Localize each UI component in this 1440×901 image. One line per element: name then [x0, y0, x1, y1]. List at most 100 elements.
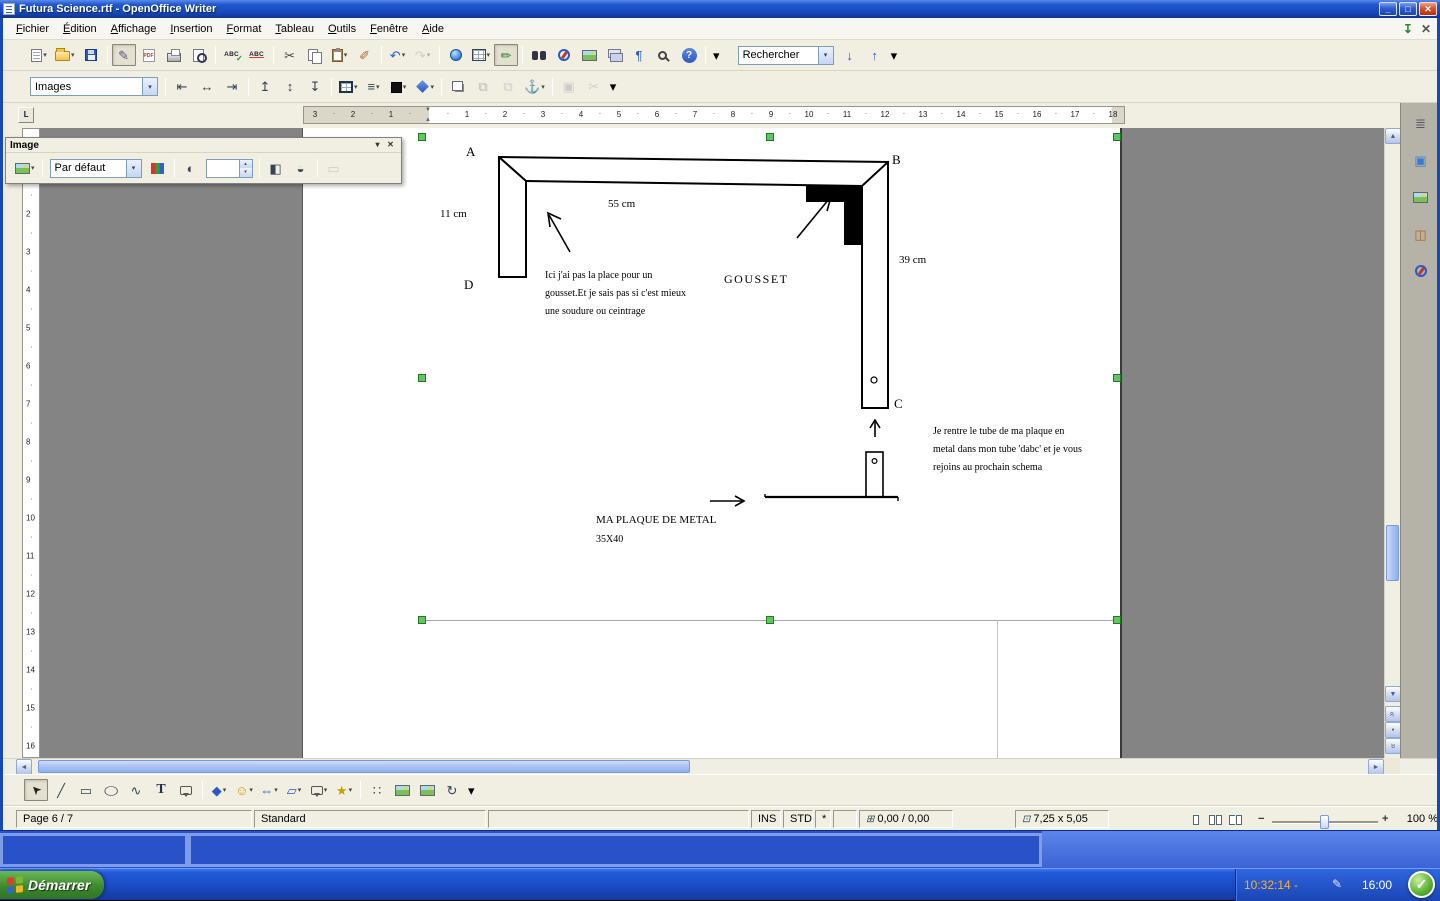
new-document-dropdown[interactable]: ▾ [43, 51, 47, 59]
select[interactable]: ➤ [24, 779, 48, 801]
open-dropdown[interactable]: ▾ [71, 51, 75, 59]
tray-status-orb-icon[interactable]: ✓ [1408, 871, 1435, 898]
flowchart[interactable]: ▱ ▾ [282, 779, 306, 801]
background-window-frame[interactable] [0, 833, 188, 867]
vertical-scroll-thumb[interactable] [1386, 525, 1399, 581]
vertical-ruler[interactable]: 12345678910111213141516················ [22, 128, 40, 758]
callouts[interactable]: ▾ [307, 779, 331, 801]
previous-page-icon[interactable]: « [1385, 706, 1401, 722]
menu-insertion[interactable]: Insertion [163, 20, 219, 38]
scroll-right-icon[interactable]: ► [1368, 759, 1384, 775]
sidebar-settings[interactable]: ≣ [1408, 111, 1434, 135]
rectangle[interactable]: ▭ [74, 779, 98, 801]
next-page-icon[interactable]: « [1385, 738, 1401, 754]
page-indicator[interactable]: Page 6 / 7 [16, 810, 252, 828]
sidebar-styles[interactable]: ◫ [1408, 222, 1434, 246]
page-preview[interactable] [187, 44, 211, 66]
search-options[interactable]: ▾ [888, 44, 901, 66]
scroll-left-icon[interactable]: ◄ [16, 759, 32, 775]
menu-affichage[interactable]: Affichage [104, 20, 164, 38]
graphics-mode-combo[interactable]: Par défaut ▾ [49, 158, 142, 178]
flip-horizontal[interactable]: ◧ [264, 157, 288, 179]
view-multiple-pages-button[interactable] [1206, 812, 1225, 827]
image-toolbar-palette[interactable]: Image ▾ ✕ ▾ Par défaut ▾ ◐ ▴ ▾ ◧ ◒ ▭ [5, 137, 402, 184]
table-dropdown[interactable]: ▾ [487, 51, 491, 59]
undo-dropdown[interactable]: ▾ [402, 51, 406, 59]
show-draw-functions[interactable]: ✏ [494, 44, 519, 66]
zoom-slider[interactable] [1272, 815, 1378, 829]
transparency[interactable]: ◐ [179, 157, 203, 179]
draw-bar-options[interactable]: ▾ [465, 779, 478, 801]
flowchart-dropdown[interactable]: ▾ [298, 786, 302, 794]
menu-format[interactable]: Format [220, 20, 269, 38]
background-color-dropdown[interactable]: ▾ [431, 83, 435, 91]
sidebar-navigator[interactable] [1408, 259, 1434, 283]
close-document-icon[interactable]: ✕ [1421, 22, 1431, 36]
symbol-shapes-dropdown[interactable]: ▾ [249, 786, 253, 794]
table[interactable]: ▾ [469, 44, 494, 66]
zoom[interactable] [652, 44, 676, 66]
palette-titlebar[interactable]: Image ▾ ✕ [6, 138, 401, 153]
align-bottom[interactable]: ↧ [303, 76, 327, 98]
language-field[interactable] [488, 810, 749, 828]
nonprinting-characters[interactable]: ¶ [627, 44, 651, 66]
copy[interactable] [303, 44, 327, 66]
horizontal-ruler[interactable]: ▼ ▲ 3 2 1 1 2 3 4 5 6 7 8 9 10 11 12 13 14 15 16 17 18 · · · · · ·… [303, 106, 1125, 124]
search-up[interactable]: ↑ [863, 44, 887, 66]
search-combo[interactable]: Rechercher ▾ [737, 45, 834, 65]
sidebar-properties[interactable]: ▣ [1408, 148, 1434, 172]
line-color[interactable]: ▾ [387, 76, 411, 98]
update-icon[interactable]: ↧ [1403, 22, 1413, 36]
tablet-pen-icon[interactable]: ✎ [1332, 877, 1342, 891]
search-down[interactable]: ↓ [838, 44, 862, 66]
borders[interactable]: ▾ [336, 76, 361, 98]
flip-vertical[interactable]: ◒ [289, 157, 313, 179]
paste[interactable]: ▾ [328, 44, 352, 66]
search-combo-arrow[interactable]: ▾ [817, 46, 833, 64]
center-horizontal[interactable]: ↔ [195, 76, 219, 98]
insert-mode-field[interactable]: INS [751, 810, 781, 828]
ellipse[interactable]: ◯ [99, 779, 123, 801]
undo[interactable]: ↶ ▾ [386, 44, 410, 66]
horizontal-scroll-thumb[interactable] [38, 760, 690, 773]
paste-dropdown[interactable]: ▾ [344, 51, 348, 59]
gallery-draw[interactable] [415, 779, 439, 801]
vertical-scrollbar[interactable]: ▲ ▼ « ● « [1384, 128, 1401, 758]
start-button[interactable]: Démarrer [0, 871, 104, 899]
line-style-dropdown[interactable]: ▾ [376, 83, 380, 91]
color-settings[interactable] [146, 157, 170, 179]
redo-dropdown[interactable]: ▾ [427, 51, 431, 59]
stars[interactable]: ★ ▾ [332, 779, 356, 801]
shadow[interactable] [446, 76, 470, 98]
basic-shapes[interactable]: ◆ ▾ [207, 779, 231, 801]
help[interactable]: ? [677, 44, 701, 66]
palette-menu-arrow[interactable]: ▾ [371, 139, 384, 151]
diagram-image[interactable]: A B D C 11 cm 55 cm 39 cm GOUSSET Ici j'… [422, 137, 1117, 620]
horizontal-scrollbar[interactable]: ◄ ► [0, 758, 1440, 775]
transparency-value-up[interactable]: ▴ [239, 159, 252, 168]
toolbar-options[interactable]: ▾ [710, 44, 723, 66]
rotate[interactable]: ↻ [440, 779, 464, 801]
zoom-out-icon[interactable]: − [1258, 814, 1264, 825]
view-book-button[interactable] [1226, 812, 1245, 827]
frame-style-combo-arrow[interactable]: ▾ [142, 78, 157, 95]
open[interactable]: ▾ [52, 44, 78, 66]
selection-handle[interactable] [766, 133, 774, 141]
export-pdf[interactable] [137, 44, 161, 66]
indent-marker-top[interactable]: ▼ [425, 107, 431, 113]
anchor[interactable]: ⚓ ▾ [521, 76, 548, 98]
selection-mode-field[interactable]: STD [783, 810, 813, 828]
find-replace[interactable] [527, 44, 551, 66]
menu-edition[interactable]: Édition [56, 20, 104, 38]
indent-marker-bottom[interactable]: ▲ [425, 117, 431, 123]
palette-close-icon[interactable]: ✕ [384, 139, 397, 151]
align-right[interactable]: ⇥ [220, 76, 244, 98]
maximize-button[interactable]: □ [1399, 2, 1417, 16]
selection-handle[interactable] [1113, 616, 1121, 624]
line-style[interactable]: ≡ ▾ [362, 76, 386, 98]
hyperlink[interactable] [444, 44, 468, 66]
block-arrows[interactable]: ⇔ ▾ [257, 779, 281, 801]
selection-handle[interactable] [766, 616, 774, 624]
menu-fenetre[interactable]: Fenêtre [363, 20, 415, 38]
navigator[interactable] [552, 44, 576, 66]
